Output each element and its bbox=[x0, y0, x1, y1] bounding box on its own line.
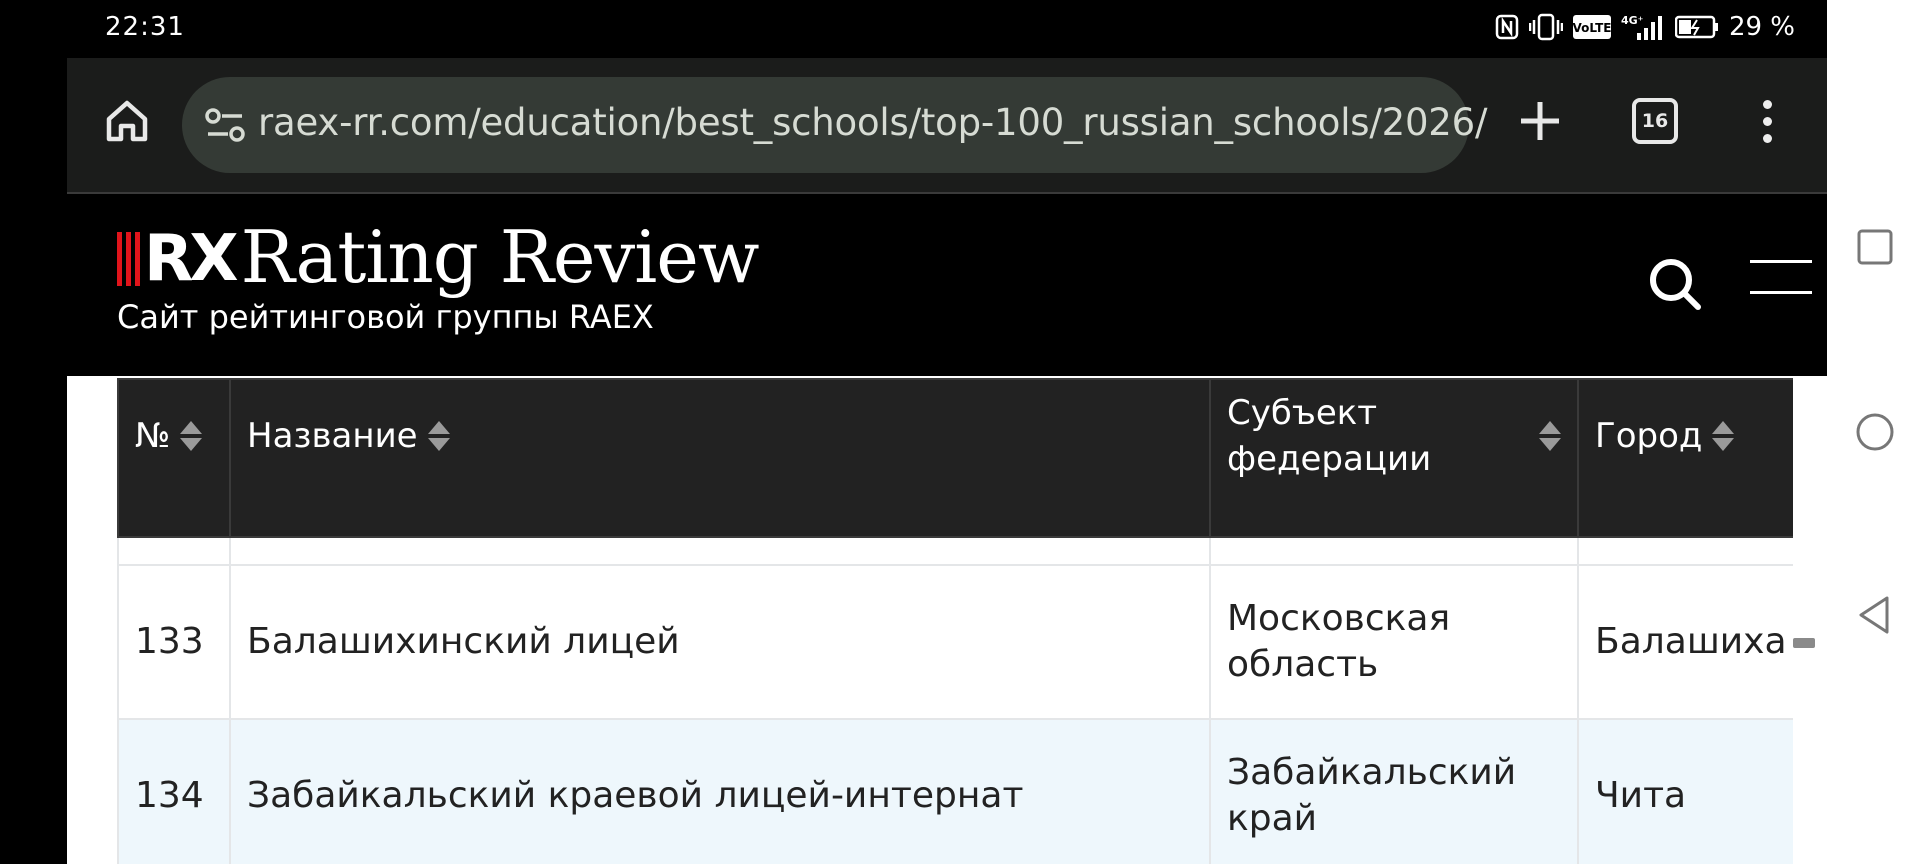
logo-title: Rating Review bbox=[240, 215, 760, 299]
back-triangle-icon[interactable] bbox=[1855, 595, 1895, 635]
site-subtitle: Сайт рейтинговой группы RAEX bbox=[117, 298, 654, 336]
browser-toolbar: raex-rr.com/education/best_schools/top-1… bbox=[67, 58, 1827, 194]
left-black-strip bbox=[0, 0, 67, 864]
column-header-name[interactable]: Название bbox=[229, 378, 1211, 538]
menu-dot bbox=[1762, 133, 1772, 143]
table-row-partial bbox=[117, 536, 1793, 566]
site-settings-icon[interactable] bbox=[204, 107, 246, 143]
column-label-city: Город bbox=[1595, 416, 1703, 456]
battery-percent: 29 % bbox=[1728, 12, 1795, 42]
ranking-table: № Название Субъект федерации Город 133 Б… bbox=[117, 378, 1793, 864]
nfc-icon bbox=[1495, 14, 1519, 40]
vibrate-icon bbox=[1528, 13, 1563, 41]
address-bar[interactable]: raex-rr.com/education/best_schools/top-1… bbox=[182, 77, 1487, 173]
tab-switcher-button[interactable]: 16 bbox=[1632, 98, 1678, 144]
browser-menu-button[interactable] bbox=[1752, 88, 1782, 154]
hamburger-line bbox=[1750, 291, 1812, 294]
phone-screen: 22:31 VoLTE 4G⁺ 29 % raex-rr.com/educati… bbox=[67, 0, 1827, 864]
cell-region: Московская область bbox=[1209, 564, 1579, 720]
home-icon bbox=[106, 100, 148, 142]
status-bar: 22:31 VoLTE 4G⁺ 29 % bbox=[67, 0, 1827, 58]
status-icons: VoLTE 4G⁺ 29 % bbox=[1495, 12, 1795, 42]
system-navigation-bar bbox=[1827, 0, 1920, 864]
home-circle-icon[interactable] bbox=[1855, 412, 1895, 452]
url-text[interactable]: raex-rr.com/education/best_schools/top-1… bbox=[258, 101, 1487, 144]
table-row[interactable]: 134 Забайкальский краевой лицей-интернат… bbox=[117, 718, 1793, 864]
column-header-number[interactable]: № bbox=[117, 378, 231, 538]
search-icon[interactable] bbox=[1645, 254, 1705, 314]
site-logo[interactable]: RX Rating Review bbox=[117, 215, 760, 299]
cell-number: 133 bbox=[117, 564, 231, 720]
cell-city: Чита bbox=[1577, 718, 1793, 864]
cell-name: Балашихинский лицей bbox=[229, 564, 1211, 720]
network-label: 4G⁺ bbox=[1621, 14, 1644, 27]
table-row[interactable]: 133 Балашихинский лицей Московская облас… bbox=[117, 564, 1793, 720]
ranking-table-container: № Название Субъект федерации Город 133 Б… bbox=[117, 378, 1793, 864]
volte-label: VoLTE bbox=[1573, 21, 1611, 35]
cell-city: Балашиха bbox=[1577, 564, 1793, 720]
column-label-name: Название bbox=[247, 416, 418, 456]
signal-4g-icon: 4G⁺ bbox=[1621, 13, 1665, 41]
site-header: RX Rating Review Сайт рейтинговой группы… bbox=[67, 194, 1827, 376]
sort-icon[interactable] bbox=[1712, 421, 1735, 451]
cell-name: Забайкальский краевой лицей-интернат bbox=[229, 718, 1211, 864]
logo-rx-text: RX bbox=[144, 222, 239, 296]
menu-dot bbox=[1762, 99, 1772, 109]
new-tab-button[interactable] bbox=[1507, 88, 1573, 154]
column-header-city[interactable]: Город bbox=[1577, 378, 1793, 538]
cell-region: Забайкальский край bbox=[1209, 718, 1579, 864]
column-label-region: Субъект федерации bbox=[1227, 393, 1432, 479]
sort-icon[interactable] bbox=[427, 421, 450, 451]
hamburger-menu-button[interactable] bbox=[1750, 260, 1812, 294]
logo-rx-mark: RX bbox=[117, 222, 239, 296]
battery-saver-icon bbox=[1674, 15, 1719, 39]
horizontal-scroll-indicator[interactable] bbox=[1793, 638, 1815, 648]
hamburger-line bbox=[1750, 260, 1812, 263]
cell-number: 134 bbox=[117, 718, 231, 864]
plus-icon bbox=[1521, 102, 1559, 140]
home-button[interactable] bbox=[97, 90, 157, 152]
volte-icon: VoLTE bbox=[1572, 15, 1611, 39]
table-header-row: № Название Субъект федерации Город bbox=[117, 378, 1793, 538]
sort-icon[interactable] bbox=[180, 421, 203, 451]
status-time: 22:31 bbox=[105, 12, 185, 42]
column-header-region[interactable]: Субъект федерации bbox=[1209, 378, 1579, 538]
recents-square-icon[interactable] bbox=[1855, 227, 1895, 267]
column-label-number: № bbox=[135, 416, 171, 456]
menu-dot bbox=[1762, 116, 1772, 126]
sort-icon[interactable] bbox=[1539, 421, 1561, 451]
logo-red-bars bbox=[117, 232, 140, 286]
